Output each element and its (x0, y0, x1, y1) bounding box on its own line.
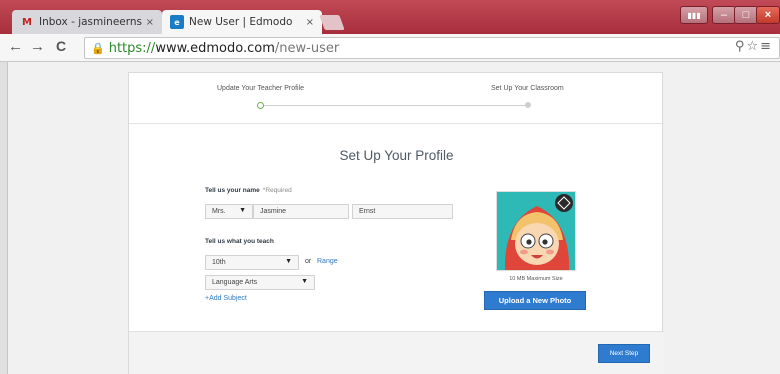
photo-size-caption: 10 MB Maximum Size (509, 276, 563, 282)
next-step-button[interactable]: Next Step (598, 344, 650, 363)
or-text: or (305, 258, 312, 265)
required-note: *Required (262, 187, 292, 194)
new-tab-button[interactable] (319, 15, 345, 30)
close-window-button[interactable]: × (756, 6, 780, 24)
reload-icon[interactable]: C (56, 38, 66, 54)
url-scheme: https:// (108, 40, 156, 56)
avatar-illustration (497, 192, 575, 270)
browser-titlebar: M Inbox - jasmineernst822@ × e New User … (0, 0, 780, 34)
step-next-dot (525, 102, 531, 108)
url-path: /new-user (274, 40, 340, 56)
profile-photo (496, 191, 576, 271)
last-name-value: Ernst (359, 208, 376, 215)
teach-label: Tell us what you teach (205, 238, 274, 245)
url-domain: www.edmodo.com (155, 40, 275, 56)
forward-icon[interactable]: → (30, 38, 45, 55)
close-icon[interactable]: × (306, 17, 314, 28)
step-next-label: Set Up Your Classroom (491, 85, 564, 92)
tab-title: Inbox - jasmineernst822@ (39, 16, 142, 28)
address-bar: ← → C 🔒 https://www.edmodo.com/new-user … (0, 34, 780, 62)
step-current-label: Update Your Teacher Profile (217, 85, 305, 92)
title-select[interactable]: Mrs. ▼ (205, 204, 253, 219)
add-subject-link[interactable]: +Add Subject (205, 295, 247, 302)
chevron-down-icon: ▼ (239, 207, 246, 214)
gmail-icon: M (22, 16, 32, 28)
page-left-edge (0, 62, 8, 374)
chevron-down-icon: ▼ (301, 278, 308, 285)
upload-photo-button[interactable]: Upload a New Photo (484, 291, 586, 310)
progress-steps: Update Your Teacher Profile Set Up Your … (129, 73, 664, 124)
tab-title: New User | Edmodo (189, 16, 293, 28)
page-title: Set Up Your Profile (339, 148, 454, 163)
tab-new-user[interactable]: e New User | Edmodo × (162, 10, 322, 34)
maximize-button[interactable]: □ (734, 6, 758, 24)
edmodo-icon: e (170, 15, 184, 29)
grade-select-value: 10th (212, 259, 226, 266)
subject-select-value: Language Arts (212, 279, 258, 286)
name-label: Tell us your name *Required (205, 187, 292, 194)
first-name-value: Jasmine (260, 208, 287, 215)
url-input[interactable]: 🔒 https://www.edmodo.com/new-user ⚲☆≡ (84, 37, 780, 59)
chevron-down-icon: ▼ (285, 258, 292, 265)
card-footer: Next Step (129, 331, 664, 374)
extension-icon[interactable]: ▮▮▮ (680, 6, 708, 24)
subject-select[interactable]: Language Arts ▼ (205, 275, 315, 290)
close-icon[interactable]: × (146, 17, 154, 28)
back-icon[interactable]: ← (8, 38, 23, 55)
tab-inbox[interactable]: M Inbox - jasmineernst822@ × (12, 10, 162, 34)
name-label-text: Tell us your name (205, 187, 260, 194)
zoom-star-menu-icons[interactable]: ⚲☆≡ (735, 39, 773, 54)
profile-card: Update Your Teacher Profile Set Up Your … (128, 72, 664, 374)
range-link[interactable]: Range (317, 258, 338, 265)
step-line (263, 105, 529, 106)
title-select-value: Mrs. (212, 208, 226, 215)
step-current-dot (257, 102, 264, 109)
grade-select[interactable]: 10th ▼ (205, 255, 299, 270)
last-name-field[interactable]: Ernst (352, 204, 453, 219)
minimize-button[interactable]: – (712, 6, 736, 24)
first-name-field[interactable]: Jasmine (253, 204, 349, 219)
lock-icon: 🔒 (91, 41, 105, 55)
